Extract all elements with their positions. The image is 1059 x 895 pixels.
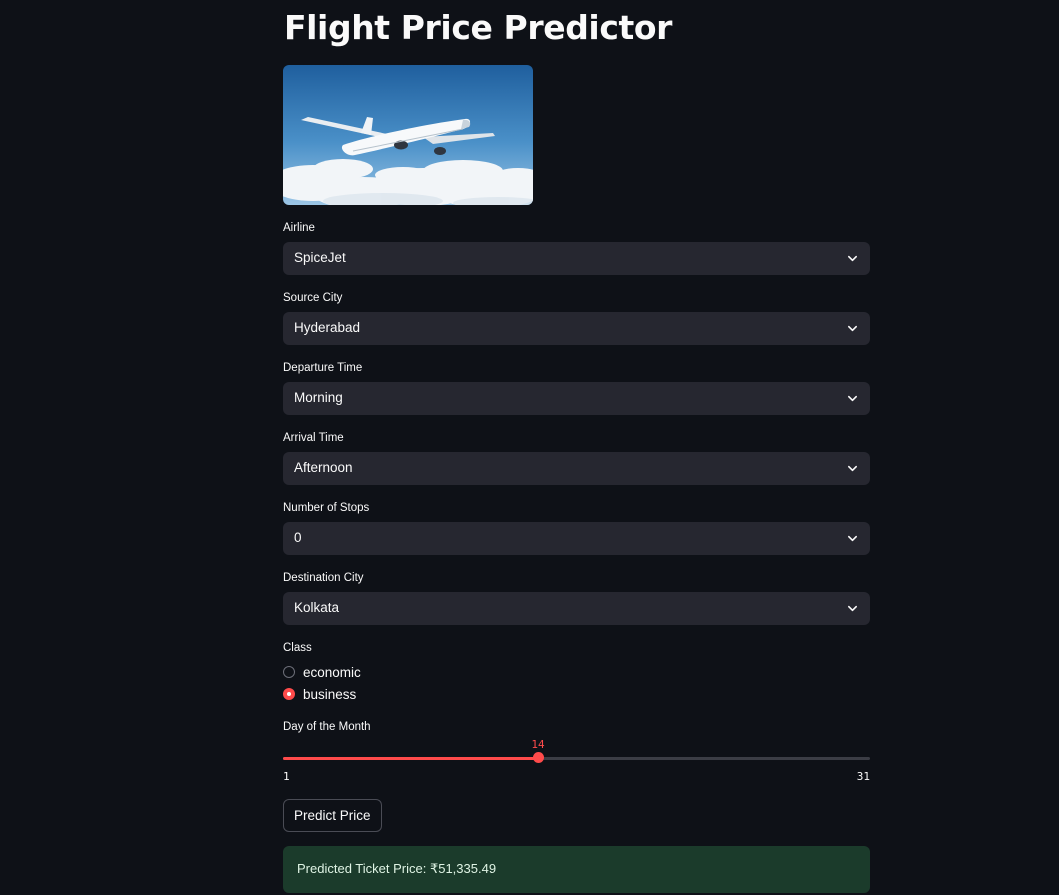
prediction-result-text: Predicted Ticket Price: ₹51,335.49 (297, 861, 497, 876)
airline-select-value: SpiceJet (294, 250, 346, 265)
radio-option-label: economic (303, 665, 361, 680)
chevron-down-icon (848, 395, 857, 402)
stops-select-value: 0 (294, 530, 302, 545)
slider-value-label: 14 (531, 738, 545, 751)
chevron-down-icon (848, 605, 857, 612)
slider-max-label: 31 (856, 770, 870, 783)
day-slider-thumb[interactable] (533, 752, 545, 763)
stops-label: Number of Stops (283, 502, 370, 514)
day-slider-fill (283, 757, 539, 760)
destination-city-select-value: Kolkata (294, 600, 340, 615)
radio-option-label: business (303, 687, 357, 702)
prediction-result-alert: Predicted Ticket Price: ₹51,335.49 (283, 846, 870, 893)
predict-price-button[interactable]: Predict Price (283, 799, 382, 832)
chevron-down-icon (848, 465, 857, 472)
radio-unselected-icon (283, 666, 295, 678)
departure-time-select-value: Morning (294, 390, 343, 405)
departure-time-select[interactable]: Morning (283, 382, 870, 415)
arrival-time-select[interactable]: Afternoon (283, 452, 870, 485)
source-city-select-value: Hyderabad (294, 320, 361, 335)
source-city-select[interactable]: Hyderabad (283, 312, 870, 345)
radio-selected-icon (283, 688, 295, 700)
source-city-label: Source City (283, 292, 343, 304)
day-slider-label: Day of the Month (283, 721, 371, 733)
chevron-down-icon (848, 325, 857, 332)
arrival-time-label: Arrival Time (283, 432, 344, 444)
chevron-down-icon (848, 255, 857, 262)
destination-city-label: Destination City (283, 572, 364, 584)
chevron-down-icon (848, 535, 857, 542)
arrival-time-select-value: Afternoon (294, 460, 353, 475)
airline-select[interactable]: SpiceJet (283, 242, 870, 275)
destination-city-select[interactable]: Kolkata (283, 592, 870, 625)
page-title: Flight Price Predictor (284, 8, 673, 47)
stops-select[interactable]: 0 (283, 522, 870, 555)
airplane-image (283, 65, 533, 205)
class-label: Class (283, 642, 312, 654)
slider-min-label: 1 (283, 770, 290, 783)
airline-label: Airline (283, 222, 315, 234)
departure-time-label: Departure Time (283, 362, 363, 374)
day-slider-track[interactable] (283, 757, 870, 760)
